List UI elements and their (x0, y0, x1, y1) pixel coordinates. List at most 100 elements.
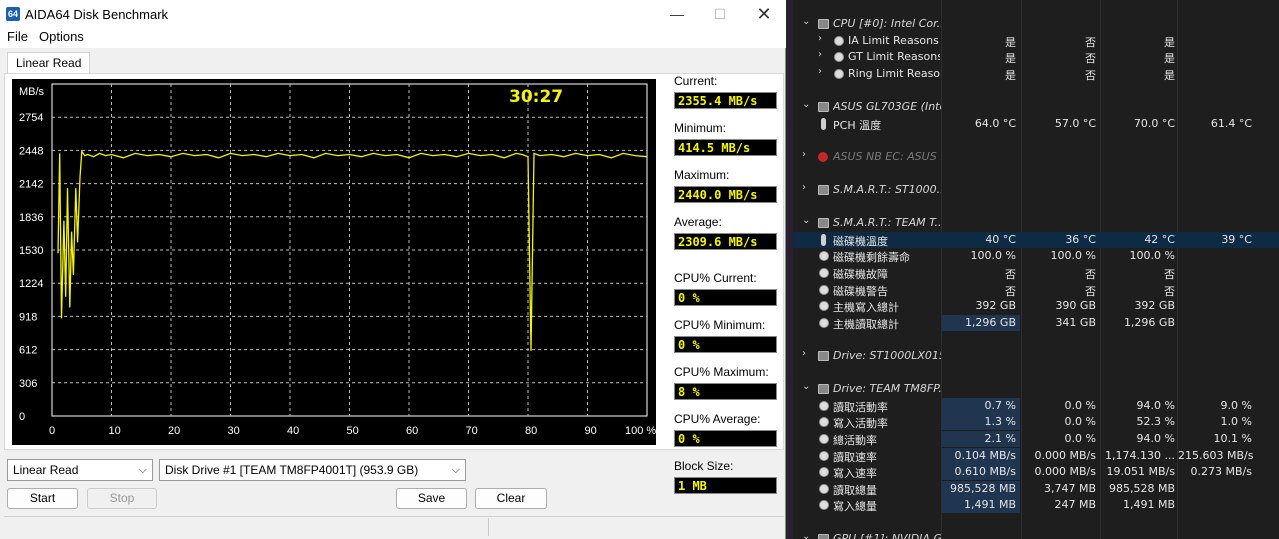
title-bar[interactable]: 64 AIDA64 Disk Benchmark — ☐ ✕ (0, 0, 786, 28)
sensor-row[interactable]: 寫入總量 1,491 MB 247 MB 1,491 MB (793, 497, 1279, 513)
save-button[interactable]: Save (396, 488, 467, 509)
x-tick-label: 50 (347, 425, 359, 437)
sensor-name: IA Limit Reasons (848, 34, 939, 47)
sensor-row[interactable]: 讀取活動率 0.7 % 0.0 % 94.0 % 9.0 % (793, 398, 1279, 414)
sensor-group[interactable]: › S.M.A.R.T.: ST1000... (793, 182, 1279, 198)
clock-icon (819, 467, 829, 477)
current-value: 2.1 % (984, 432, 1016, 445)
menu-bar: File Options (0, 28, 786, 48)
x-tick-label: 40 (287, 425, 299, 437)
y-tick-label: 918 (19, 311, 37, 323)
chevron-down-icon[interactable]: ⌄ (802, 99, 810, 110)
sensor-name: GPU [#1]: NVIDIA G... (833, 532, 941, 539)
sensor-row[interactable]: › Ring Limit Reasons 是 否 是 (793, 66, 1279, 82)
chevron-right-icon[interactable]: › (818, 33, 822, 44)
minimum-value: 0.000 MB/s (1034, 465, 1096, 478)
sensor-row[interactable]: 主機寫入總計 392 GB 390 GB 392 GB (793, 298, 1279, 314)
sensor-name: 磁碟機溫度 (833, 235, 888, 248)
current-value: 40 °C (985, 233, 1016, 246)
clock-icon (819, 434, 829, 444)
chip-icon (818, 185, 829, 195)
tab-linear-read[interactable]: Linear Read (7, 52, 91, 74)
sensor-row[interactable]: 總活動率 2.1 % 0.0 % 94.0 % 10.1 % (793, 431, 1279, 447)
sensor-name: 讀取總量 (833, 484, 877, 497)
sensor-row[interactable]: 讀取總量 985,528 MB 3,747 MB 985,528 MB (793, 481, 1279, 497)
drive-select[interactable]: Disk Drive #1 [TEAM TM8FP4001T] (953.9 G… (159, 459, 466, 481)
chevron-right-icon[interactable]: › (818, 49, 822, 60)
sensor-row[interactable]: › GT Limit Reasons 是 否 是 (793, 49, 1279, 65)
sensor-row[interactable]: 磁碟機剩餘壽命 100.0 % 100.0 % 100.0 % (793, 248, 1279, 264)
minimum-value: 否 (1085, 36, 1096, 49)
sensor-row[interactable]: 寫入速率 0.610 MB/s 0.000 MB/s 19.051 MB/s 0.273… (793, 464, 1279, 480)
mode-select-value: Linear Read (13, 463, 79, 477)
x-tick-label: 90 (585, 425, 597, 437)
sensor-group[interactable]: ⌄ GPU [#1]: NVIDIA G... (793, 531, 1279, 539)
average-value: 39 °C (1221, 233, 1252, 246)
chip-icon (818, 218, 829, 228)
stop-button[interactable]: Stop (87, 488, 157, 509)
y-tick-label: 2754 (19, 112, 43, 124)
sensor-row[interactable]: 磁碟機溫度 40 °C 36 °C 42 °C 39 °C (793, 232, 1279, 248)
average-value: 1.0 % (1220, 415, 1252, 428)
minimum-value: 否 (1085, 52, 1096, 65)
sensor-row[interactable]: 主機讀取總計 1,296 GB 341 GB 1,296 GB (793, 315, 1279, 331)
sensor-group[interactable]: › Drive: ST1000LX015... (793, 348, 1279, 364)
minimize-icon[interactable]: — (654, 0, 700, 28)
read-speed-line (57, 149, 648, 351)
current-value: 64.0 °C (974, 117, 1016, 130)
chevron-down-icon[interactable]: ⌄ (802, 531, 810, 539)
current-value: 2355.4 MB/s (674, 92, 777, 109)
x-tick-label: 60 (406, 425, 418, 437)
chevron-right-icon[interactable]: › (818, 66, 822, 77)
sensor-group[interactable]: ⌄ ASUS GL703GE (Inte... (793, 99, 1279, 115)
chevron-right-icon[interactable]: › (802, 149, 806, 160)
chevron-right-icon[interactable]: › (802, 182, 806, 193)
sensor-row[interactable]: 磁碟機警告 否 否 否 (793, 282, 1279, 298)
maximize-icon[interactable]: ☐ (697, 0, 743, 28)
sensor-group[interactable]: ⌄ S.M.A.R.T.: TEAM T... (793, 215, 1279, 231)
minimum-value: 36 °C (1065, 233, 1096, 246)
mode-select[interactable]: Linear Read ⌵ (7, 459, 153, 481)
chevron-down-icon[interactable]: ⌄ (802, 215, 810, 226)
sensor-name: 主機寫入總計 (833, 301, 899, 314)
y-tick-label: 2448 (19, 145, 43, 157)
current-value: 是 (1005, 36, 1016, 49)
sensor-row[interactable]: 寫入活動率 1.3 % 0.0 % 52.3 % 1.0 % (793, 414, 1279, 430)
chevron-down-icon[interactable]: ⌄ (802, 16, 810, 27)
current-label: Current: (674, 74, 718, 88)
cpu-average-label: CPU% Average: (674, 412, 761, 426)
chevron-down-icon[interactable]: ⌄ (802, 381, 810, 392)
start-button[interactable]: Start (7, 488, 78, 509)
sensor-group[interactable]: › ASUS NB EC: ASUS ... (793, 149, 1279, 165)
maximum-value: 是 (1164, 69, 1175, 82)
minimum-value: 否 (1085, 69, 1096, 82)
clear-button[interactable]: Clear (475, 488, 547, 509)
minimum-value: 0.000 MB/s (1034, 449, 1096, 462)
close-icon[interactable]: ✕ (741, 0, 787, 28)
sensor-name: 磁碟機故障 (833, 268, 888, 281)
minimum-value: 0.0 % (1064, 399, 1096, 412)
current-value: 0.7 % (984, 399, 1016, 412)
current-value: 1,296 GB (964, 316, 1016, 329)
sensor-row[interactable]: › IA Limit Reasons 是 否 是 (793, 33, 1279, 49)
sensor-name: ASUS NB EC: ASUS ... (833, 150, 941, 163)
sensor-group[interactable]: ⌄ CPU [#0]: Intel Cor... (793, 16, 1279, 32)
menu-options[interactable]: Options (39, 29, 84, 44)
sensor-group[interactable]: ⌄ Drive: TEAM TM8FP... (793, 381, 1279, 397)
sensor-row[interactable]: PCH 溫度 64.0 °C 57.0 °C 70.0 °C 61.4 °C (793, 116, 1279, 132)
sensor-name: 讀取活動率 (833, 401, 888, 414)
clock-icon (819, 451, 829, 461)
sensor-row[interactable]: 磁碟機故障 否 否 否 (793, 265, 1279, 281)
maximum-value: 985,528 MB (1108, 482, 1175, 495)
maximum-value: 1,491 MB (1122, 498, 1175, 511)
thermometer-icon (821, 234, 826, 246)
sensor-row[interactable]: 讀取速率 0.104 MB/s 0.000 MB/s 1,174.130 ... 215… (793, 448, 1279, 464)
minimum-value: 57.0 °C (1054, 117, 1096, 130)
sensor-name: 寫入活動率 (833, 417, 888, 430)
menu-file[interactable]: File (7, 29, 28, 44)
minimum-label: Minimum: (674, 121, 727, 135)
hwinfo-sensor-panel: ⌄ CPU [#0]: Intel Cor... › IA Limit Reasons… (793, 0, 1279, 539)
chevron-right-icon[interactable]: › (802, 348, 806, 359)
block-size-value: 1 MB (674, 477, 777, 494)
sensor-name: Drive: TEAM TM8FP... (833, 382, 941, 395)
